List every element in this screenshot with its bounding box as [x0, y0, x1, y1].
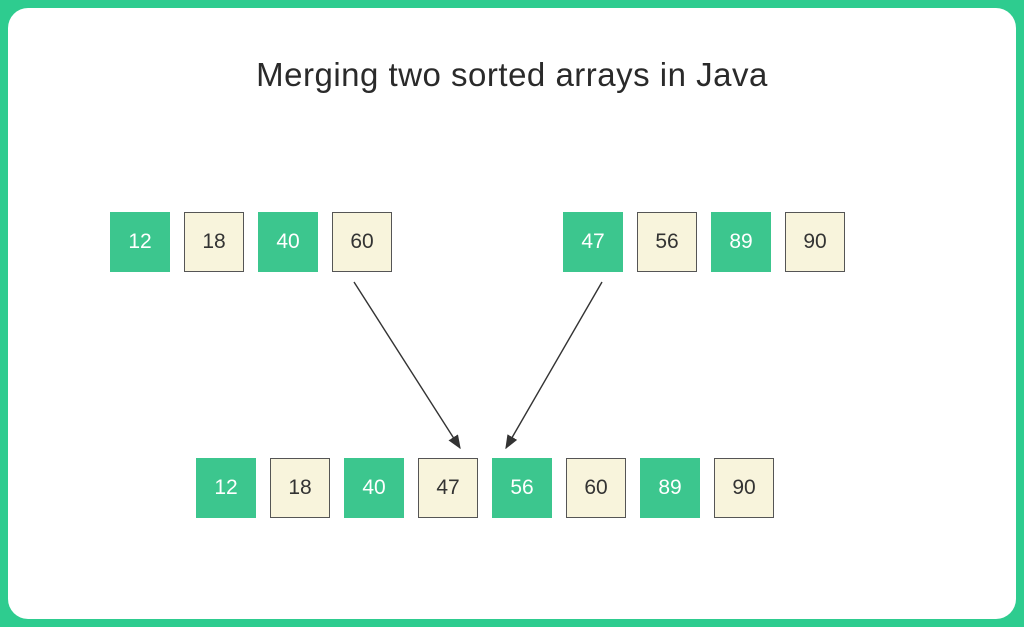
outer-frame: Merging two sorted arrays in Java 12 18 … — [0, 0, 1024, 627]
merged-cell-4: 56 — [492, 458, 552, 518]
array-a-cell-3: 60 — [332, 212, 392, 272]
merged-cell-6: 89 — [640, 458, 700, 518]
array-a-cell-1: 18 — [184, 212, 244, 272]
inner-panel: Merging two sorted arrays in Java 12 18 … — [8, 8, 1016, 619]
merged-cell-1: 18 — [270, 458, 330, 518]
diagram-title: Merging two sorted arrays in Java — [8, 56, 1016, 94]
array-a: 12 18 40 60 — [110, 212, 392, 272]
merged-cell-5: 60 — [566, 458, 626, 518]
array-a-cell-2: 40 — [258, 212, 318, 272]
arrow-right-icon — [506, 282, 602, 448]
array-a-cell-0: 12 — [110, 212, 170, 272]
merged-cell-3: 47 — [418, 458, 478, 518]
merged-cell-7: 90 — [714, 458, 774, 518]
merge-arrows — [348, 278, 628, 468]
array-b-cell-1: 56 — [637, 212, 697, 272]
array-merged: 12 18 40 47 56 60 89 90 — [196, 458, 774, 518]
array-b-cell-2: 89 — [711, 212, 771, 272]
array-b-cell-0: 47 — [563, 212, 623, 272]
array-b-cell-3: 90 — [785, 212, 845, 272]
arrow-left-icon — [354, 282, 460, 448]
merged-cell-2: 40 — [344, 458, 404, 518]
array-b: 47 56 89 90 — [563, 212, 845, 272]
merged-cell-0: 12 — [196, 458, 256, 518]
